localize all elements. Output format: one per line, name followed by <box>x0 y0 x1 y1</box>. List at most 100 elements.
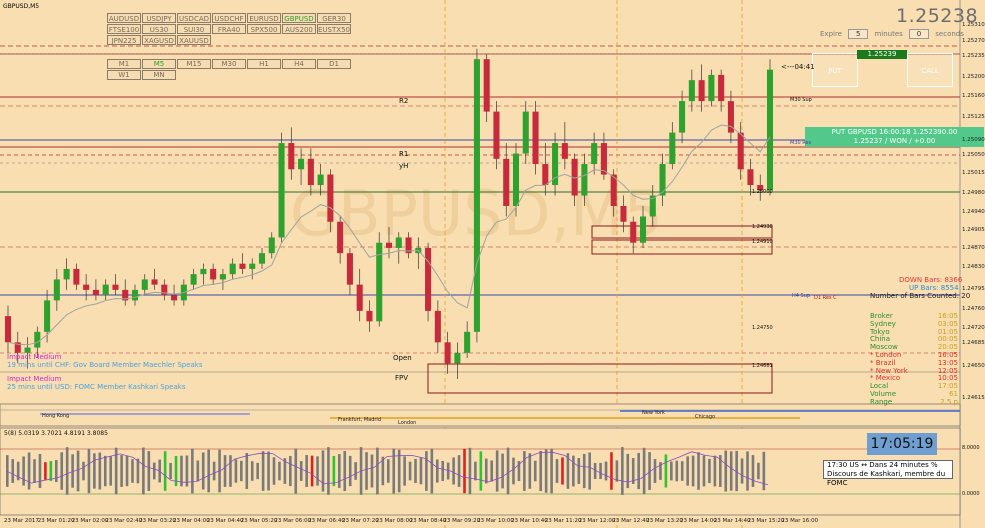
osc-bar <box>506 447 510 495</box>
osc-bar <box>572 455 575 487</box>
symbol-button-ger30[interactable]: GER30 <box>317 13 351 23</box>
timeframe-button-m1[interactable]: M1 <box>107 59 141 69</box>
candle-body <box>542 164 549 186</box>
symbol-button-jpn225[interactable]: JPN225 <box>107 35 141 45</box>
symbol-button-gbpusd[interactable]: GBPUSD <box>282 13 316 23</box>
candle-body <box>522 111 529 154</box>
level-r2: R2 <box>399 97 409 105</box>
osc-bar <box>240 460 243 482</box>
candle-body <box>503 158 510 206</box>
osc-bar <box>740 458 744 484</box>
call-button[interactable]: CALL <box>907 53 953 87</box>
candle-body <box>63 268 70 280</box>
osc-bar <box>680 461 684 481</box>
candle-body <box>434 310 441 343</box>
candle-body <box>395 237 402 248</box>
candle-body <box>737 132 744 170</box>
news-tooltip-line2: Discours de Kashkari, membre du FOMC <box>827 470 946 487</box>
osc-bar <box>724 450 728 492</box>
osc-bar <box>495 450 499 492</box>
level-h4-sup: H4 Sup <box>792 293 811 299</box>
candle-body <box>346 253 353 285</box>
put-button[interactable]: PUT <box>812 53 858 87</box>
session-frankfurt: Frankfurt, Madrid <box>338 417 381 423</box>
timeframe-button-mn[interactable]: MN <box>142 70 176 80</box>
symbol-button-usdchf[interactable]: USDCHF <box>212 13 246 23</box>
timeframe-button-w1[interactable]: W1 <box>107 70 141 80</box>
symbol-button-xagusd[interactable]: XAGUSD <box>142 35 176 45</box>
osc-bar <box>702 455 706 487</box>
y-tick-label: 1.25050 <box>962 152 985 158</box>
osc-bar <box>387 459 390 483</box>
osc-bar <box>332 455 336 487</box>
osc-bar <box>338 454 341 488</box>
y-tick-label: 1.24940 <box>962 209 985 215</box>
osc-bar <box>528 453 532 489</box>
timeframe-button-m15[interactable]: M15 <box>177 59 211 69</box>
stat-value: 2.5 p <box>940 397 958 406</box>
osc-bar <box>610 452 613 490</box>
x-tick-label: 23 Mar 04:00 <box>173 518 210 524</box>
news-item-2: Impact Medium 25 mins until USD: FOMC Me… <box>7 375 185 391</box>
osc-bar <box>229 455 232 487</box>
osc-bar <box>664 454 668 488</box>
timeframe-button-h4[interactable]: H4 <box>282 59 316 69</box>
symbol-button-sui30[interactable]: SUI30 <box>177 24 211 34</box>
osc-bar <box>550 448 553 494</box>
symbol-button-fra40[interactable]: FRA40 <box>212 24 246 34</box>
osc-bar <box>136 458 140 484</box>
x-tick-label: 23 Mar 02:40 <box>105 518 143 524</box>
candle-body <box>483 59 490 112</box>
symbol-button-audusd[interactable]: AUDUSD <box>107 13 141 23</box>
y-tick-label: 1.24830 <box>962 264 985 270</box>
osc-bar <box>321 450 325 492</box>
seconds-input[interactable]: 0 <box>909 29 930 39</box>
level-fpv: FPV <box>395 374 409 382</box>
x-tick-label: 23 Mar 16:00 <box>781 518 819 524</box>
news-1-title: Impact Medium <box>7 353 62 361</box>
osc-bar <box>653 459 657 483</box>
news-item-1: Impact Medium 19 mins until CHF: Gov Boa… <box>7 353 203 369</box>
osc-bar <box>125 455 129 487</box>
osc-bar <box>44 462 47 480</box>
symbol-button-usdjpy[interactable]: USDJPY <box>142 13 176 23</box>
symbol-button-eustx50[interactable]: EUSTX50 <box>317 24 351 34</box>
symbol-button-aus200[interactable]: AUS200 <box>282 24 316 34</box>
symbol-button-eurusd[interactable]: EURUSD <box>247 13 281 23</box>
osc-bar <box>588 452 591 490</box>
symbol-button-ftse100[interactable]: FTSE100 <box>107 24 141 34</box>
osc-bar <box>354 462 357 480</box>
y-tick-label: 1.24650 <box>962 363 985 369</box>
osc-bar <box>435 459 439 483</box>
bars-counted: Number of Bars Counted: 20 <box>870 292 971 300</box>
candle-body <box>258 253 266 264</box>
osc-bar <box>463 448 466 494</box>
candle-body <box>337 221 344 254</box>
x-tick-label: 23 Mar 14:40 <box>713 518 751 524</box>
osc-bar <box>539 450 542 492</box>
osc-bar <box>626 453 630 489</box>
osc-bar <box>82 461 85 481</box>
candle-body <box>171 295 178 301</box>
osc-bar <box>561 457 564 485</box>
x-tick-label: 23 Mar 09:20 <box>443 518 481 524</box>
candle-body <box>278 143 285 238</box>
osc-bar <box>675 460 679 482</box>
y-tick-label: 1.25310 <box>962 22 985 28</box>
symbol-button-usdcad[interactable]: USDCAD <box>177 13 211 23</box>
osc-bar <box>103 455 107 487</box>
timeframe-button-d1[interactable]: D1 <box>317 59 351 69</box>
timeframe-button-m30[interactable]: M30 <box>212 59 246 69</box>
symbol-button-xauusd[interactable]: XAUUSD <box>177 35 211 45</box>
x-tick-label: 23 Mar 12:40 <box>612 518 650 524</box>
minutes-input[interactable]: 5 <box>848 29 869 39</box>
candle-body <box>366 310 373 322</box>
candle-body <box>307 158 314 186</box>
symbol-button-spx500[interactable]: SPX500 <box>247 24 281 34</box>
y-tick-label: 1.25015 <box>962 170 985 176</box>
symbol-button-us30[interactable]: US30 <box>142 24 176 34</box>
osc-bar <box>120 455 123 487</box>
candle-body <box>102 284 109 296</box>
timeframe-button-m5[interactable]: M5 <box>142 59 176 69</box>
timeframe-button-h1[interactable]: H1 <box>247 59 281 69</box>
